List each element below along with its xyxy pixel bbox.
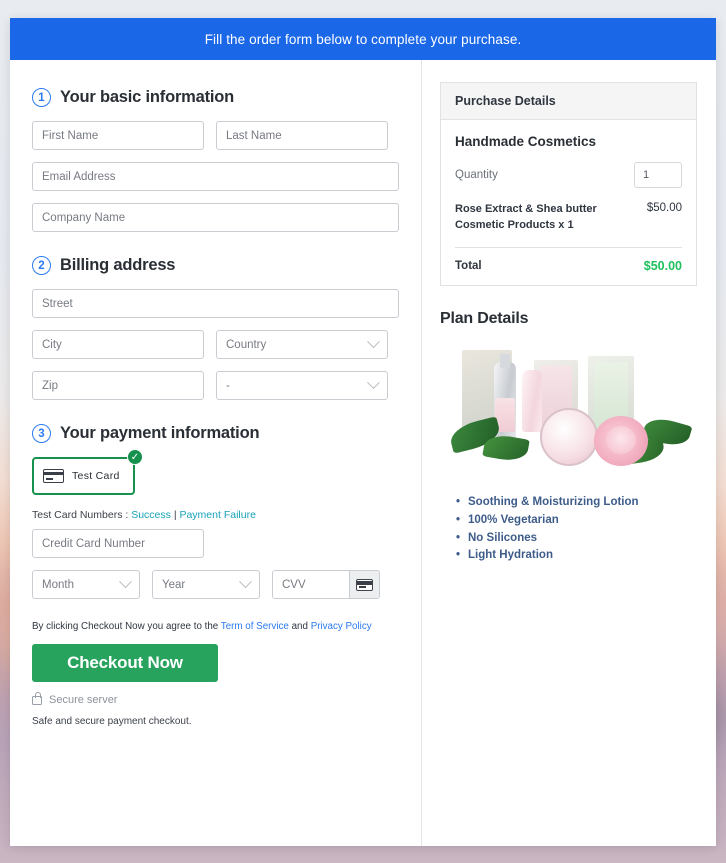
checkout-card: Fill the order form below to complete yo…: [10, 18, 716, 846]
line-item-price: $50.00: [646, 202, 682, 214]
chevron-down-icon: [367, 376, 380, 390]
zip-input[interactable]: Zip: [32, 371, 204, 400]
total-label: Total: [455, 259, 482, 272]
state-select-value: -: [226, 379, 230, 392]
term-of-service-link[interactable]: Term of Service: [221, 621, 289, 632]
banner-text: Fill the order form below to complete yo…: [204, 31, 522, 47]
plan-feature-item: Light Hydration: [456, 547, 697, 565]
step-number-1: 1: [32, 88, 51, 107]
payment-method-selector: Test Card ✓: [32, 449, 143, 495]
last-name-input[interactable]: Last Name: [216, 121, 388, 150]
rose-center: [606, 425, 636, 454]
section-title-billing-address: Billing address: [60, 256, 176, 274]
terms-conjunction: and: [291, 621, 308, 632]
quantity-label: Quantity: [455, 169, 498, 181]
safe-payment-note: Safe and secure payment checkout.: [32, 716, 192, 727]
chevron-down-icon: [239, 575, 252, 589]
cvv-help-button[interactable]: [349, 571, 379, 598]
test-card-label: Test Card: [72, 470, 120, 482]
country-select[interactable]: Country: [216, 330, 388, 359]
plan-feature-item: No Silicones: [456, 530, 697, 548]
plan-feature-item: Soothing & Moisturizing Lotion: [456, 494, 697, 512]
expiry-cvv-row: Month Year CVV: [32, 570, 399, 599]
plan-feature-item: 100% Vegetarian: [456, 512, 697, 530]
card-columns: 1 Your basic information First Name Last…: [10, 60, 716, 846]
credit-card-icon: [43, 469, 64, 483]
expiry-year-value: Year: [162, 578, 186, 591]
zip-state-row: Zip -: [32, 371, 399, 400]
section-heading-billing-address: 2 Billing address: [32, 256, 399, 275]
email-row: Email Address: [32, 162, 399, 191]
test-card-numbers-label: Test Card Numbers :: [32, 509, 129, 521]
chevron-down-icon: [367, 335, 380, 349]
privacy-policy-link[interactable]: Privacy Policy: [311, 621, 372, 632]
street-input[interactable]: Street: [32, 289, 399, 318]
link-separator: |: [173, 509, 177, 521]
state-select[interactable]: -: [216, 371, 388, 400]
first-name-input[interactable]: First Name: [32, 121, 204, 150]
company-row: Company Name: [32, 203, 399, 232]
line-item-description: Rose Extract & Shea butter Cosmetic Prod…: [455, 203, 597, 231]
quantity-input[interactable]: 1: [634, 162, 682, 188]
page-banner: Fill the order form below to complete yo…: [10, 18, 716, 60]
city-country-row: City Country: [32, 330, 399, 359]
checkout-now-button[interactable]: Checkout Now: [32, 644, 218, 682]
purchase-details-panel: Purchase Details Handmade Cosmetics Quan…: [440, 82, 697, 286]
check-circle-icon: ✓: [127, 449, 143, 465]
city-input[interactable]: City: [32, 330, 204, 359]
lock-icon: [32, 691, 42, 705]
terms-text: By clicking Checkout Now you agree to th…: [32, 621, 399, 632]
product-title: Handmade Cosmetics: [455, 134, 597, 149]
success-link[interactable]: Success: [131, 509, 171, 521]
order-form-column: 1 Your basic information First Name Last…: [10, 60, 422, 846]
cvv-field-group: CVV: [272, 570, 380, 599]
credit-card-icon: [356, 578, 373, 591]
company-name-input[interactable]: Company Name: [32, 203, 399, 232]
line-item-row: Rose Extract & Shea butter Cosmetic Prod…: [455, 202, 682, 247]
product-image: [447, 346, 694, 472]
product-tin-body-butter: [540, 407, 598, 466]
product-bottle-cap: [500, 353, 510, 368]
secure-server-label: Secure server: [49, 694, 118, 706]
cvv-input[interactable]: CVV: [273, 571, 349, 598]
secure-server-note: Secure server: [32, 691, 399, 706]
test-card-numbers-row: Test Card Numbers : Success | Payment Fa…: [32, 509, 399, 521]
name-row: First Name Last Name: [32, 121, 399, 150]
terms-prefix: By clicking Checkout Now you agree to th…: [32, 621, 219, 632]
total-row: Total $50.00: [455, 246, 682, 273]
email-input[interactable]: Email Address: [32, 162, 399, 191]
purchase-details-body: Handmade Cosmetics Quantity 1 Rose Extra…: [441, 120, 696, 285]
summary-column: Purchase Details Handmade Cosmetics Quan…: [422, 60, 715, 846]
credit-card-number-input[interactable]: Credit Card Number: [32, 529, 204, 558]
street-row: Street: [32, 289, 399, 318]
section-title-basic-information: Your basic information: [60, 88, 235, 106]
country-select-value: Country: [226, 338, 267, 351]
test-card-option[interactable]: Test Card: [32, 457, 135, 495]
step-number-2: 2: [32, 256, 51, 275]
chevron-down-icon: [119, 575, 132, 589]
payment-failure-link[interactable]: Payment Failure: [179, 509, 255, 521]
purchase-details-heading: Purchase Details: [441, 83, 696, 120]
step-number-3: 3: [32, 424, 51, 443]
expiry-month-value: Month: [42, 578, 74, 591]
product-tube-pink: [522, 369, 542, 432]
section-title-payment-information: Your payment information: [60, 424, 260, 442]
plan-feature-list: Soothing & Moisturizing Lotion 100% Vege…: [456, 494, 697, 565]
total-value: $50.00: [643, 258, 682, 273]
section-heading-payment-information: 3 Your payment information: [32, 424, 399, 443]
quantity-row: Quantity 1: [455, 162, 682, 188]
section-heading-basic-information: 1 Your basic information: [32, 88, 399, 107]
expiry-year-select[interactable]: Year: [152, 570, 260, 599]
expiry-month-select[interactable]: Month: [32, 570, 140, 599]
plan-details-heading: Plan Details: [440, 309, 529, 327]
